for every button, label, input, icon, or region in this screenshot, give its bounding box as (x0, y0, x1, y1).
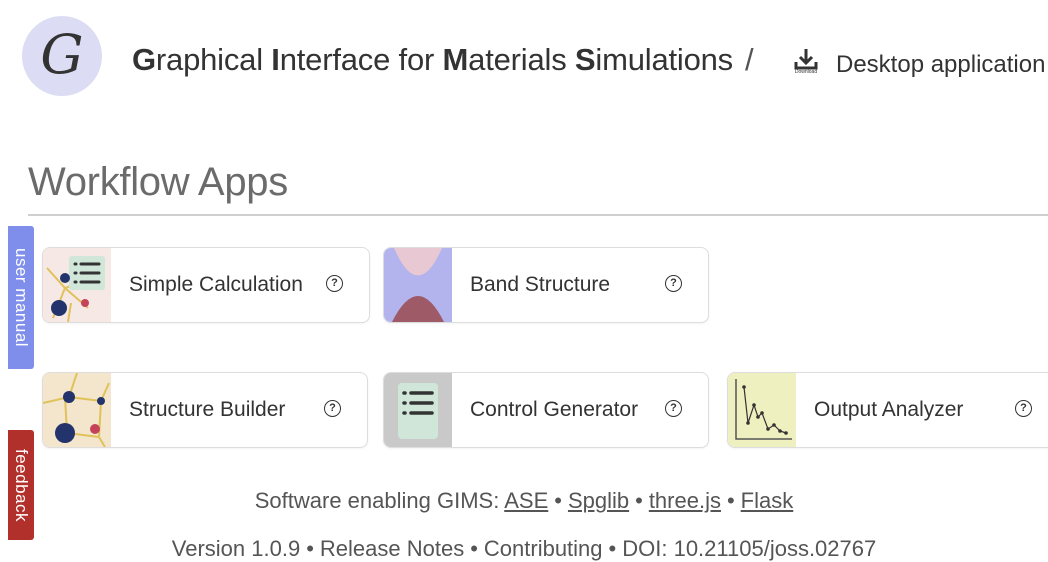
link-ase[interactable]: ASE (504, 488, 548, 513)
help-icon[interactable]: ? (1015, 400, 1032, 417)
software-credits: Software enabling GIMS: ASE • Spglib • three… (254, 488, 794, 513)
control-generator-icon (384, 373, 452, 447)
simple-calculation-icon (43, 248, 111, 322)
link-spglib[interactable]: Spglib (568, 488, 629, 513)
download-icon-caption: Download (794, 69, 818, 75)
app-label: Structure Builder (129, 398, 286, 421)
app-card-control-generator[interactable]: Control Generator ? (383, 372, 709, 448)
release-notes-link[interactable]: Release Notes (320, 536, 464, 561)
title-separator: / (744, 42, 754, 77)
user-manual-tab[interactable]: user manual (8, 226, 34, 369)
contributing-link[interactable]: Contributing (484, 536, 603, 561)
help-icon[interactable]: ? (665, 275, 682, 292)
section-title: Workflow Apps (28, 160, 288, 204)
app-card-band-structure[interactable]: Band Structure ? (383, 247, 709, 323)
feedback-tab[interactable]: feedback (8, 430, 34, 540)
output-analyzer-icon (728, 373, 796, 447)
app-label: Band Structure (470, 273, 611, 296)
app-label: Output Analyzer (814, 398, 964, 421)
version-bar: Version 1.0.9 • Release Notes • Contributing… (171, 536, 877, 561)
structure-builder-icon (43, 373, 111, 447)
app-label: Control Generator (470, 398, 639, 421)
app-card-output-analyzer[interactable]: Output Analyzer ? (727, 372, 1048, 448)
version-text: Version 1.0.9 (171, 536, 301, 561)
link-flask[interactable]: Flask (741, 488, 794, 513)
app-card-structure-builder[interactable]: Structure Builder ? (42, 372, 368, 448)
section-divider (28, 214, 1048, 216)
desktop-app-link[interactable]: Download Desktop application (790, 47, 1045, 83)
help-icon[interactable]: ? (665, 400, 682, 417)
desktop-application-label: Desktop application (836, 51, 1046, 78)
link-threejs[interactable]: three.js (649, 488, 721, 513)
band-structure-icon (384, 248, 452, 322)
help-icon[interactable]: ? (326, 275, 343, 292)
app-card-simple-calculation[interactable]: Simple Calculation ? (42, 247, 370, 323)
gims-logo[interactable]: G (22, 16, 102, 96)
page-title: Graphical Interface for Materials Simula… (132, 42, 754, 77)
logo-letter: G (40, 23, 84, 86)
doi-link[interactable]: DOI: 10.21105/joss.02767 (622, 536, 876, 561)
app-label: Simple Calculation (129, 273, 303, 296)
help-icon[interactable]: ? (324, 400, 341, 417)
download-icon: Download (790, 47, 822, 83)
